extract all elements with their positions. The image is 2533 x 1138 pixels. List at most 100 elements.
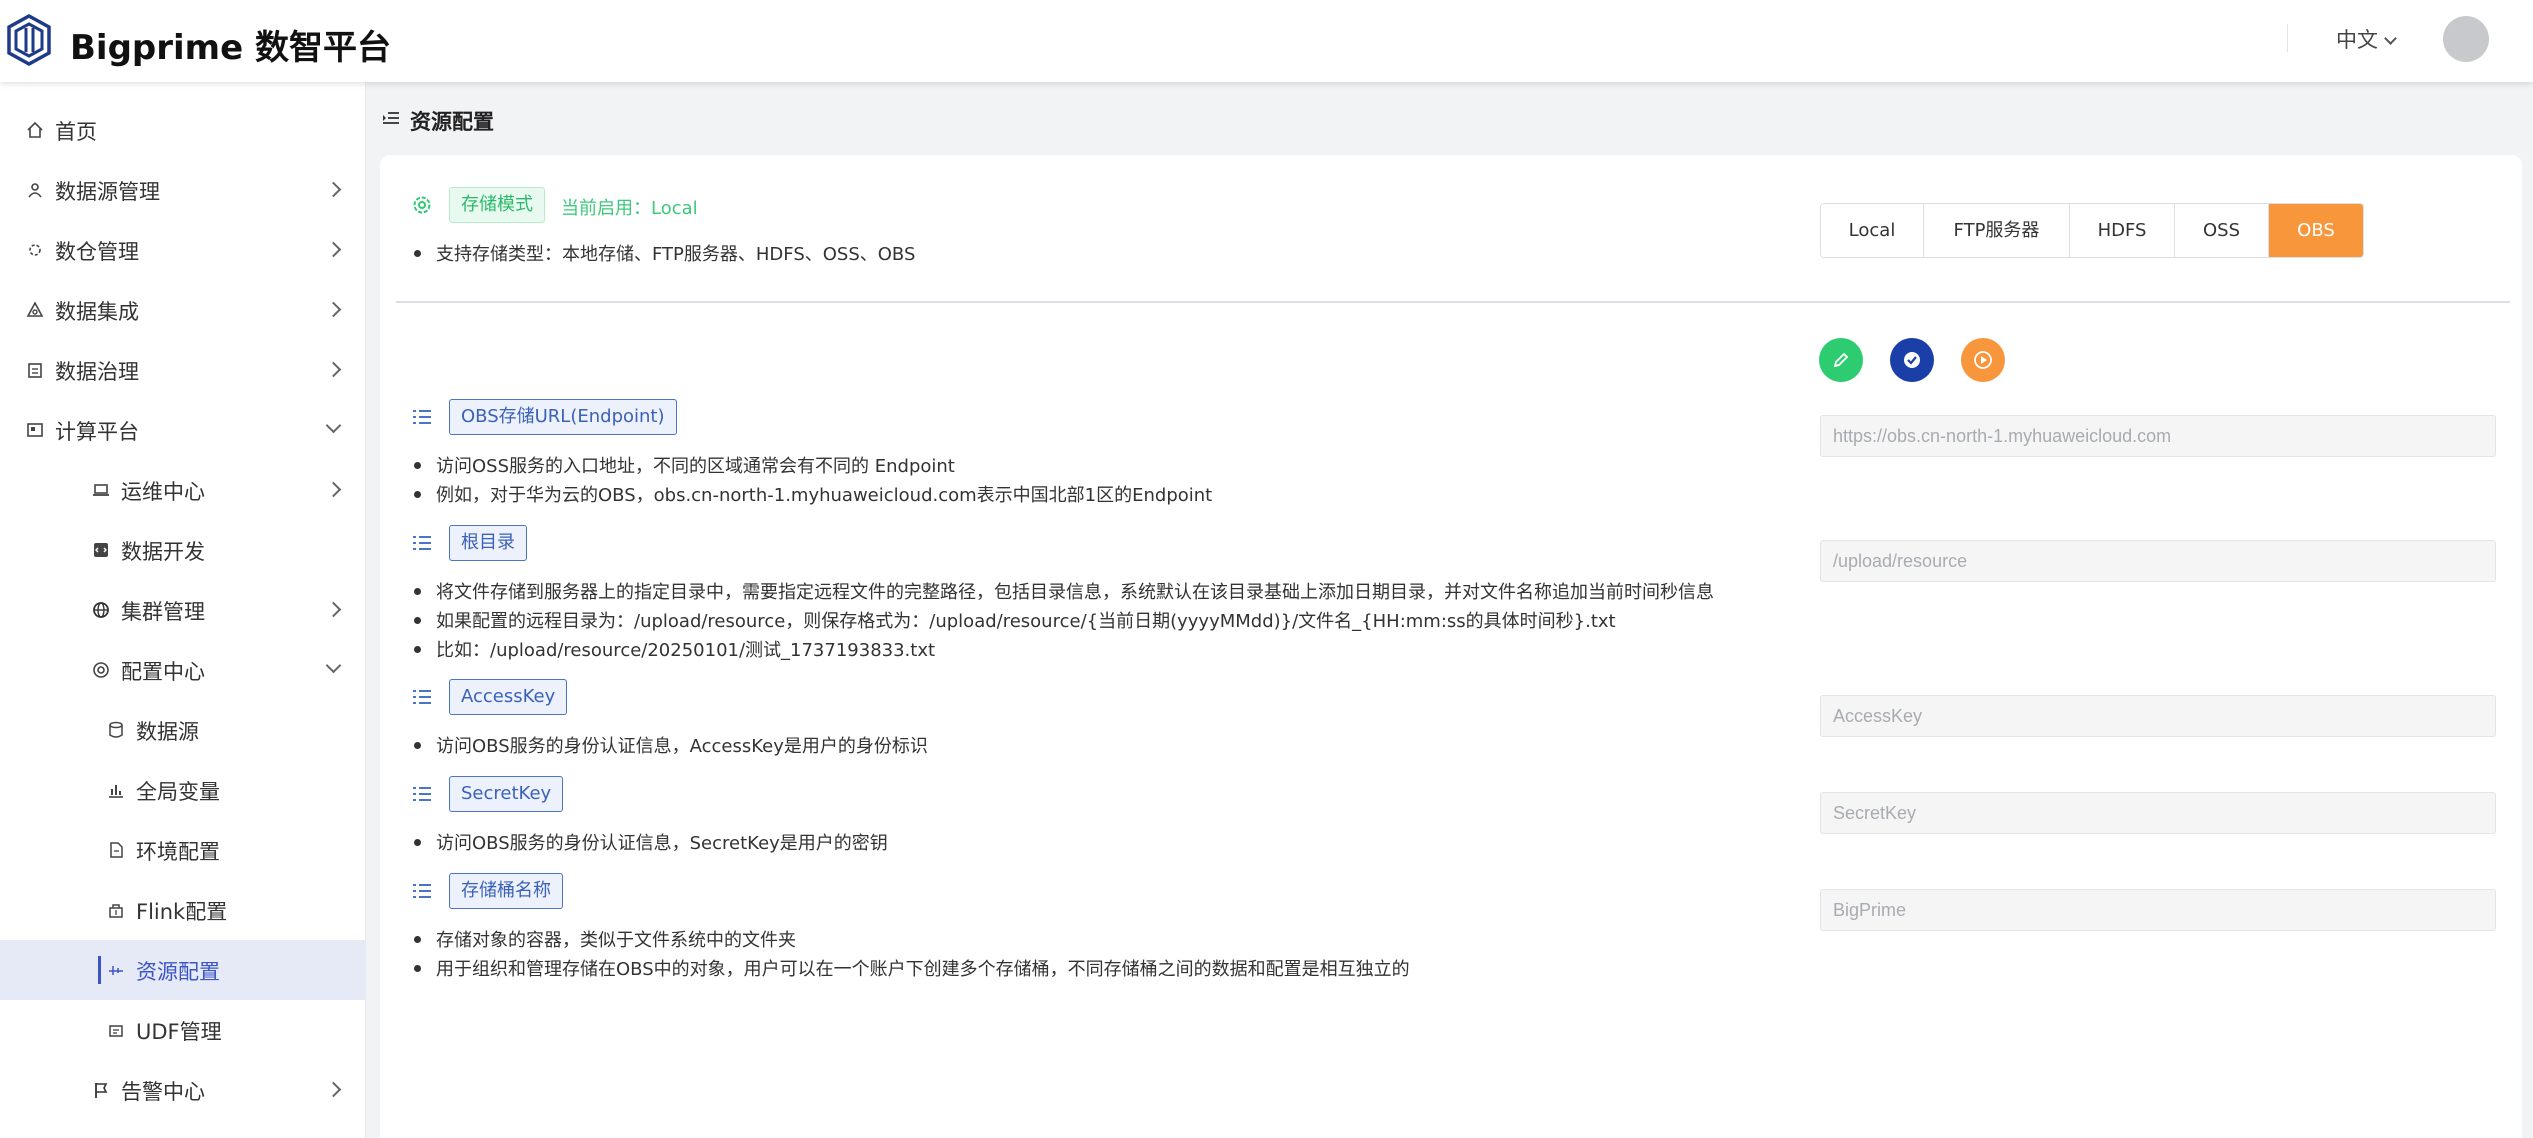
menu-fold-icon[interactable]	[383, 111, 399, 125]
root-dir-desc-line: 将文件存储到服务器上的指定目录中，需要指定远程文件的完整路径，包括目录信息，系统…	[410, 578, 1714, 604]
sidebar-item-flink-config[interactable]: Flink配置	[0, 880, 366, 940]
sidebar-item-label: 全局变量	[136, 780, 220, 804]
flink-icon	[109, 904, 123, 918]
root-dir-input[interactable]	[1820, 540, 2496, 582]
option-hdfs[interactable]: HDFS	[2070, 204, 2175, 257]
user-avatar[interactable]	[2443, 16, 2489, 62]
bar-chart-icon	[109, 785, 123, 798]
sidebar-item-env-config[interactable]: 环境配置	[0, 820, 366, 880]
section-divider	[396, 301, 2510, 303]
sidebar-item-label: 计算平台	[55, 420, 139, 444]
sidebar-item-udf-mgmt[interactable]: UDF管理	[0, 1000, 366, 1060]
sidebar-item-label: 数据开发	[121, 540, 205, 564]
root-dir-desc-line: 比如：/upload/resource/20250101/测试_17371938…	[410, 636, 935, 662]
check-circle-icon	[1904, 352, 1920, 368]
bucket-desc-line: 存储对象的容器，类似于文件系统中的文件夹	[410, 926, 796, 952]
chevron-down-icon	[2384, 32, 2397, 45]
chevron-right-icon	[325, 601, 342, 618]
chevron-right-icon	[325, 1081, 342, 1098]
integration-icon	[26, 301, 44, 317]
active-indicator	[98, 956, 101, 984]
brand-title: Bigprime 数智平台	[70, 28, 391, 68]
sidebar-item-governance[interactable]: 数据治理	[0, 340, 366, 400]
secret-key-tag: SecretKey	[449, 776, 564, 812]
sidebar-item-integration[interactable]: 数据集成	[0, 280, 366, 340]
option-ftp[interactable]: FTP服务器	[1924, 204, 2070, 257]
bucket-input[interactable]	[1820, 889, 2496, 931]
sidebar-item-label: 数仓管理	[55, 240, 139, 264]
file-icon	[110, 842, 123, 858]
sidebar-item-cluster[interactable]: 集群管理	[0, 580, 366, 640]
play-circle-icon	[1974, 351, 1992, 369]
chevron-down-icon	[325, 417, 342, 434]
compute-icon	[27, 423, 43, 437]
chevron-right-icon	[325, 241, 342, 258]
sidebar-item-ops-center[interactable]: 运维中心	[0, 460, 366, 520]
option-local[interactable]: Local	[1821, 204, 1924, 257]
list-icon	[413, 884, 431, 898]
sidebar-item-label: 首页	[55, 120, 97, 144]
current-storage-status: 当前启用：Local	[561, 198, 698, 219]
sidebar-item-compute[interactable]: 计算平台	[0, 400, 366, 460]
code-icon	[94, 543, 108, 557]
language-switch[interactable]: 中文	[2336, 24, 2397, 54]
root-dir-tag: 根目录	[449, 525, 527, 561]
globe-icon	[93, 602, 109, 618]
sidebar-item-alert-center[interactable]: 告警中心	[0, 1060, 366, 1120]
udf-icon	[109, 1025, 123, 1037]
database-icon	[109, 721, 123, 738]
sidebar-item-global-vars[interactable]: 全局变量	[0, 760, 366, 820]
list-icon	[413, 536, 431, 550]
edit-button[interactable]	[1819, 338, 1863, 382]
save-button[interactable]	[1890, 338, 1934, 382]
sidebar-item-label: 告警中心	[121, 1080, 205, 1104]
bigprime-logo-icon	[7, 14, 51, 66]
flag-icon	[95, 1083, 108, 1098]
target-icon	[93, 662, 109, 678]
sidebar-item-label: 资源配置	[136, 960, 220, 984]
language-label: 中文	[2336, 28, 2378, 52]
chevron-right-icon	[325, 301, 342, 318]
storage-types-note: 支持存储类型：本地存储、FTP服务器、HDFS、OSS、OBS	[410, 240, 915, 266]
laptop-icon	[93, 484, 109, 496]
sidebar-item-resource-config[interactable]: 资源配置	[0, 940, 366, 1000]
access-key-input[interactable]	[1820, 695, 2496, 737]
list-icon	[413, 690, 431, 704]
list-icon	[413, 410, 431, 424]
sidebar-item-datasource-mgmt[interactable]: 数据源管理	[0, 160, 366, 220]
sidebar-item-label: 环境配置	[136, 840, 220, 864]
secret-key-input[interactable]	[1820, 792, 2496, 834]
sidebar-item-label: UDF管理	[136, 1020, 222, 1044]
sidebar-item-config-center[interactable]: 配置中心	[0, 640, 366, 700]
storage-mode-tag: 存储模式	[449, 187, 545, 223]
bucket-tag: 存储桶名称	[449, 873, 563, 909]
gear-icon	[413, 196, 431, 214]
chevron-down-icon	[325, 657, 342, 674]
sidebar-item-home[interactable]: 首页	[0, 100, 366, 160]
sidebar-item-label: 数据治理	[55, 360, 139, 384]
root-dir-desc-line: 如果配置的远程目录为：/upload/resource，则保存格式为：/uplo…	[410, 607, 1616, 633]
resource-icon	[109, 966, 123, 975]
secret-key-desc-line: 访问OBS服务的身份认证信息，SecretKey是用户的密钥	[410, 829, 888, 855]
sidebar-item-warehouse[interactable]: 数仓管理	[0, 220, 366, 280]
sidebar-item-data-dev[interactable]: 数据开发	[0, 520, 366, 580]
test-connection-button[interactable]	[1961, 338, 2005, 382]
storage-type-selector: Local FTP服务器 HDFS OSS OBS	[1820, 203, 2364, 258]
sidebar-item-label: 集群管理	[121, 600, 205, 624]
sidebar-item-label: 数据源管理	[55, 180, 160, 204]
top-header: Bigprime 数智平台 中文	[0, 0, 2533, 82]
header-divider	[2287, 24, 2288, 52]
endpoint-desc-line: 访问OSS服务的入口地址，不同的区域通常会有不同的 Endpoint	[410, 452, 955, 478]
endpoint-tag: OBS存储URL(Endpoint)	[449, 399, 677, 435]
option-oss[interactable]: OSS	[2175, 204, 2269, 257]
sidebar-item-datasource[interactable]: 数据源	[0, 700, 366, 760]
sidebar-item-label: 运维中心	[121, 480, 205, 504]
sidebar-item-label: 数据集成	[55, 300, 139, 324]
datasource-icon	[28, 183, 42, 198]
endpoint-desc-line: 例如，对于华为云的OBS，obs.cn-north-1.myhuaweiclou…	[410, 481, 1212, 507]
access-key-tag: AccessKey	[449, 679, 568, 715]
endpoint-input[interactable]	[1820, 415, 2496, 457]
governance-icon	[28, 363, 42, 378]
option-obs[interactable]: OBS	[2269, 204, 2363, 257]
chevron-right-icon	[325, 181, 342, 198]
